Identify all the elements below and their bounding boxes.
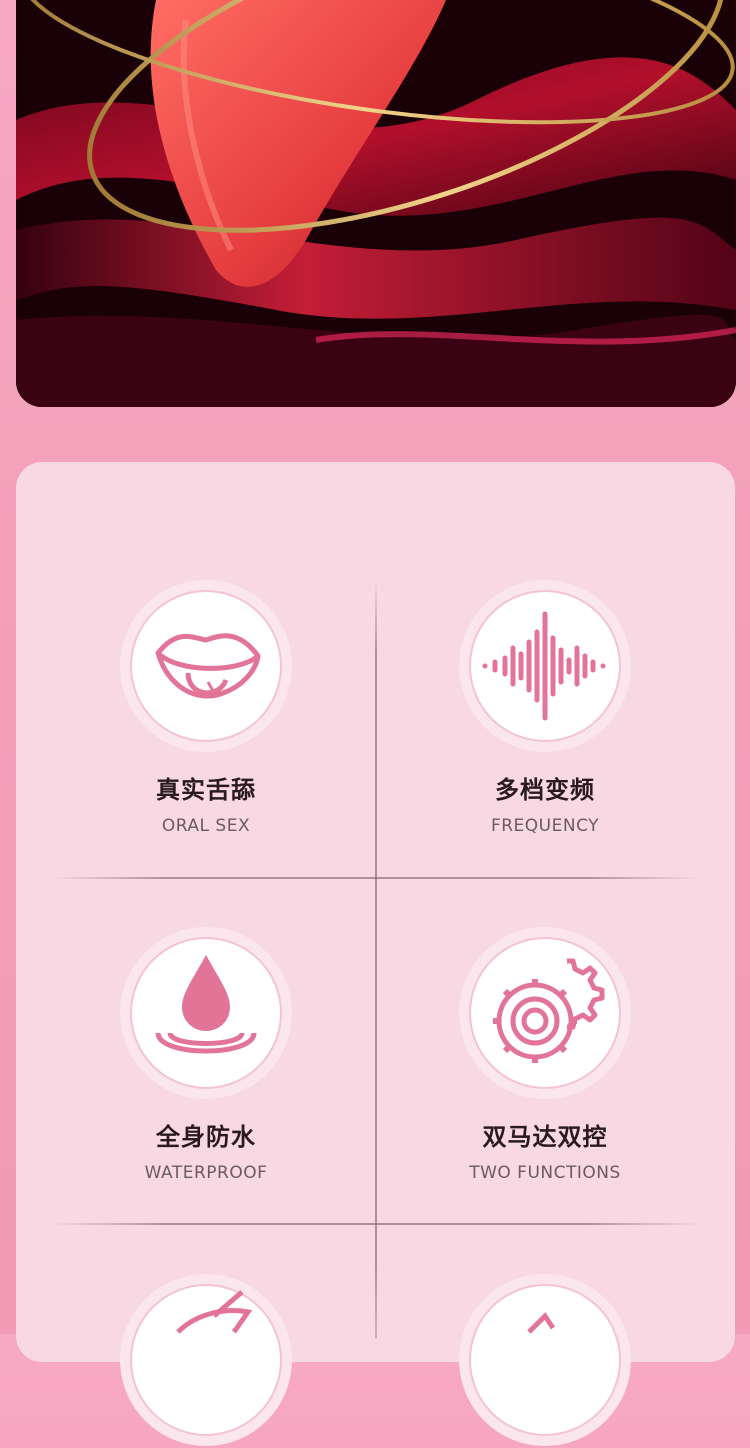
feature-title-zh: 全身防水: [156, 1123, 256, 1151]
feature-frequency: 多档变频 FREQUENCY: [365, 578, 725, 858]
product-hero-image: [16, 0, 736, 407]
feature-icon-partial: [120, 1274, 292, 1446]
feature-two-functions: 双马达双控 TWO FUNCTIONS: [365, 925, 725, 1205]
feature-title-zh: 多档变频: [495, 776, 595, 804]
feature-title-en: FREQUENCY: [490, 816, 600, 836]
row-divider: [48, 877, 703, 879]
feature-waterproof: 全身防水 WATERPROOF: [26, 925, 386, 1205]
water-drop-icon: [120, 927, 292, 1099]
lips-icon: [120, 580, 292, 752]
feature-title-en: TWO FUNCTIONS: [469, 1163, 621, 1183]
sound-wave-icon: [459, 580, 631, 752]
feature-title-en: ORAL SEX: [161, 816, 251, 836]
hero-illustration: [16, 0, 736, 407]
feature-oral-sex: 真实舌舔 ORAL SEX: [26, 578, 386, 858]
row-divider: [48, 1223, 703, 1225]
feature-title-zh: 真实舌舔: [156, 776, 256, 804]
gears-icon: [459, 927, 631, 1099]
feature-icon-partial: [459, 1274, 631, 1446]
feature-title-zh: 双马达双控: [482, 1123, 608, 1151]
feature-title-en: WATERPROOF: [144, 1163, 268, 1183]
